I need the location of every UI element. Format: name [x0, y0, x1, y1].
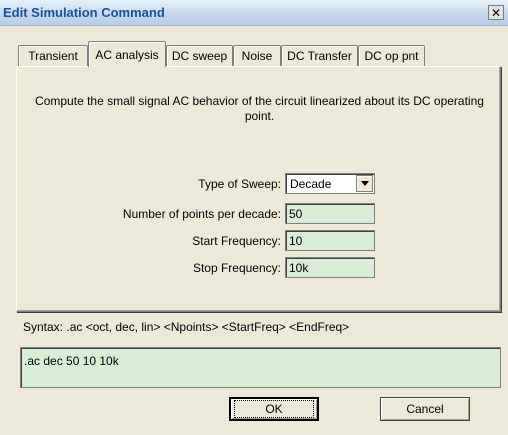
close-button[interactable]: ✕ [488, 5, 504, 20]
points-per-decade-label: Number of points per decade: [122, 207, 281, 221]
stop-frequency-input[interactable] [285, 257, 375, 278]
tab-label: DC op pnt [364, 49, 419, 63]
cancel-button-label: Cancel [406, 402, 444, 416]
command-text: .ac dec 50 10 10k [24, 354, 119, 368]
sweep-type-label: Type of Sweep: [198, 177, 281, 191]
tab-label: Transient [28, 49, 78, 63]
window-title: Edit Simulation Command [3, 5, 165, 20]
analysis-description: Compute the small signal AC behavior of … [35, 94, 484, 123]
chevron-down-icon [360, 181, 369, 186]
sweep-type-select[interactable]: Decade [285, 173, 375, 194]
sweep-type-value: Decade [290, 177, 332, 191]
stop-frequency-label: Stop Frequency: [192, 261, 281, 275]
command-text-box[interactable]: .ac dec 50 10 10k [20, 347, 501, 388]
tab-label: Noise [241, 49, 273, 63]
tab-transient[interactable]: Transient [18, 45, 88, 66]
tab-label: DC sweep [171, 49, 228, 63]
ok-button[interactable]: OK [229, 397, 319, 421]
syntax-hint: Syntax: .ac <oct, dec, lin> <Npoints> <S… [23, 320, 350, 334]
cancel-button[interactable]: Cancel [380, 397, 470, 421]
tab-noise[interactable]: Noise [233, 45, 281, 66]
points-per-decade-input[interactable] [285, 203, 375, 224]
start-frequency-label: Start Frequency: [192, 234, 281, 248]
dropdown-arrow-button[interactable] [356, 175, 373, 192]
tab-dc-op-pnt[interactable]: DC op pnt [358, 45, 425, 66]
tab-label: DC Transfer [287, 49, 352, 63]
ok-button-label: OK [234, 400, 314, 418]
tab-dc-transfer[interactable]: DC Transfer [281, 45, 358, 66]
tab-dc-sweep[interactable]: DC sweep [166, 45, 233, 66]
start-frequency-input[interactable] [285, 230, 375, 251]
close-icon: ✕ [490, 5, 502, 20]
tab-ac-analysis[interactable]: AC analysis [88, 41, 166, 67]
title-bar: Edit Simulation Command ✕ [0, 0, 508, 26]
tab-label: AC analysis [95, 47, 159, 62]
